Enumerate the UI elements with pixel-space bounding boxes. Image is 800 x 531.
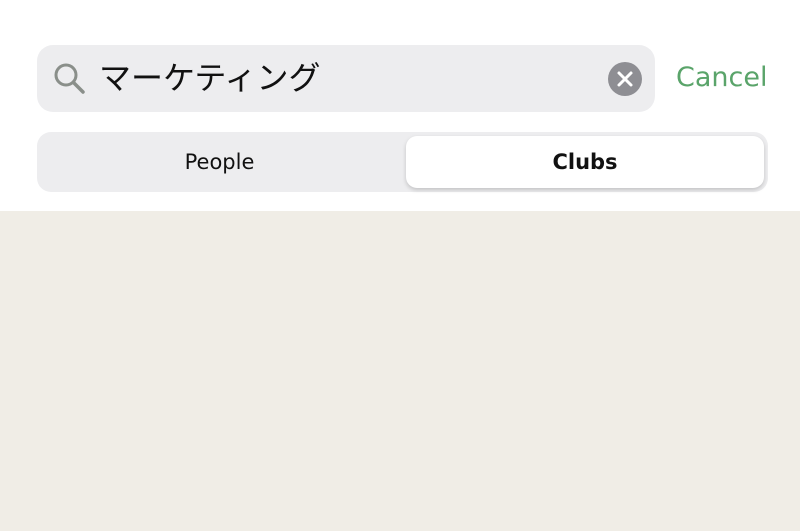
tab-clubs[interactable]: Clubs: [406, 136, 764, 188]
tab-people[interactable]: People: [37, 132, 402, 192]
search-input[interactable]: [99, 55, 599, 101]
search-header: Cancel People Clubs: [0, 0, 800, 211]
search-icon: [53, 62, 87, 96]
results-area: [0, 211, 800, 531]
cancel-button[interactable]: Cancel: [676, 58, 767, 98]
clear-icon[interactable]: [608, 62, 642, 96]
segmented-control: People Clubs: [37, 132, 768, 192]
search-bar[interactable]: [37, 45, 655, 112]
